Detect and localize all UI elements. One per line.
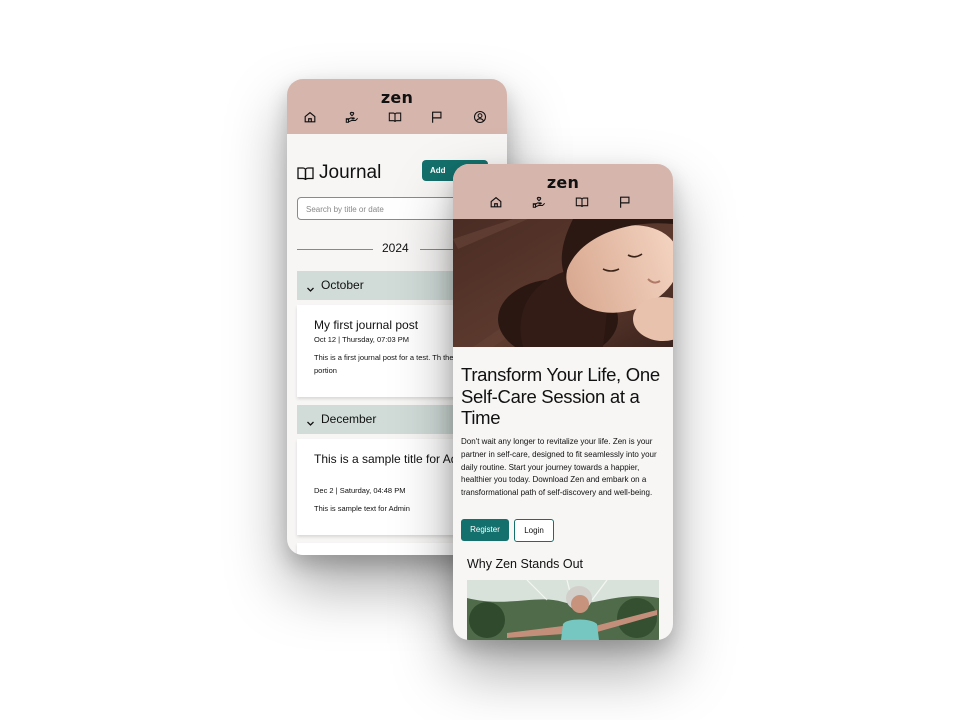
nav-bar	[287, 110, 507, 126]
month-label: December	[321, 412, 377, 426]
hand-heart-icon[interactable]	[345, 110, 359, 124]
book-icon	[297, 166, 314, 181]
register-button[interactable]: Register	[461, 519, 509, 541]
hand-heart-icon[interactable]	[532, 195, 546, 209]
book-icon[interactable]	[388, 110, 402, 124]
feature-image	[467, 580, 659, 640]
section-title: Why Zen Stands Out	[467, 557, 584, 571]
home-icon[interactable]	[489, 195, 503, 209]
month-label: October	[321, 278, 364, 292]
hero-headline: Transform Your Life, One Self-Care Sessi…	[461, 364, 660, 428]
chevron-down-icon	[306, 281, 315, 292]
book-icon[interactable]	[575, 195, 589, 209]
user-icon[interactable]	[473, 110, 487, 124]
hero-description: Don't wait any longer to revitalize your…	[461, 437, 657, 498]
entry-meta: Oct 12 | Thursday, 07:03 PM	[314, 335, 410, 344]
search-input[interactable]: Search by title or date	[297, 197, 477, 220]
hero-image	[453, 219, 673, 347]
year-label: 2024	[382, 241, 409, 255]
flag-icon[interactable]	[618, 195, 632, 209]
app-header: zen	[453, 164, 673, 219]
app-header: zen	[287, 79, 507, 134]
home-screen: zen Transform Your Life, One Self-Care S…	[453, 164, 673, 640]
login-button[interactable]: Login	[514, 519, 554, 542]
entry-meta: Dec 2 | Saturday, 04:48 PM	[314, 486, 406, 495]
brand-logo[interactable]: zen	[453, 173, 673, 192]
divider-line	[297, 249, 373, 250]
chevron-down-icon	[306, 415, 315, 426]
flag-icon[interactable]	[430, 110, 444, 124]
brand-logo[interactable]: zen	[287, 88, 507, 107]
page-title: Journal	[319, 162, 382, 183]
home-icon[interactable]	[303, 110, 317, 124]
nav-bar	[453, 195, 673, 211]
